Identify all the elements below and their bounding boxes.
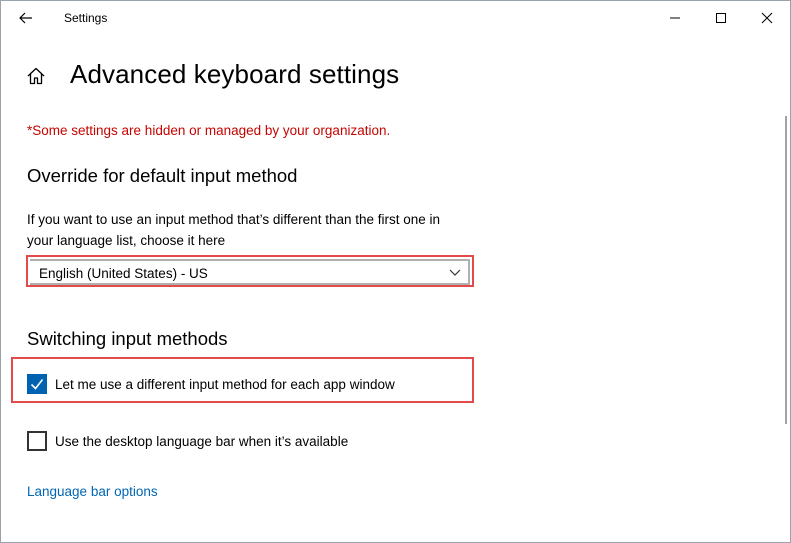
back-button[interactable]: [11, 5, 41, 31]
settings-window: Settings Advanced keyboard settings *Som…: [0, 0, 791, 543]
close-button[interactable]: [744, 1, 790, 35]
title-bar: Settings: [1, 1, 790, 35]
desktop-language-bar-label: Use the desktop language bar when it’s a…: [55, 433, 349, 449]
window-title: Settings: [64, 11, 108, 25]
back-arrow-icon: [19, 12, 32, 24]
highlight-box-checkbox: [11, 357, 474, 403]
vertical-scrollbar[interactable]: [785, 116, 787, 424]
desktop-language-bar-checkbox[interactable]: [27, 431, 47, 451]
maximize-icon: [716, 13, 726, 23]
minimize-icon: [670, 17, 680, 19]
page-title: Advanced keyboard settings: [70, 59, 400, 89]
home-icon: [27, 67, 45, 85]
desktop-language-bar-option[interactable]: Use the desktop language bar when it’s a…: [27, 431, 348, 451]
highlight-box-dropdown: [26, 255, 474, 287]
override-description: If you want to use an input method that’…: [27, 212, 441, 248]
language-bar-options-link[interactable]: Language bar options: [27, 484, 158, 499]
override-section-heading: Override for default input method: [27, 165, 298, 186]
switching-section-heading: Switching input methods: [27, 328, 228, 349]
managed-settings-notice: *Some settings are hidden or managed by …: [27, 123, 391, 138]
home-button[interactable]: [24, 64, 48, 88]
close-icon: [761, 12, 773, 24]
maximize-button[interactable]: [698, 1, 744, 35]
minimize-button[interactable]: [652, 1, 698, 35]
